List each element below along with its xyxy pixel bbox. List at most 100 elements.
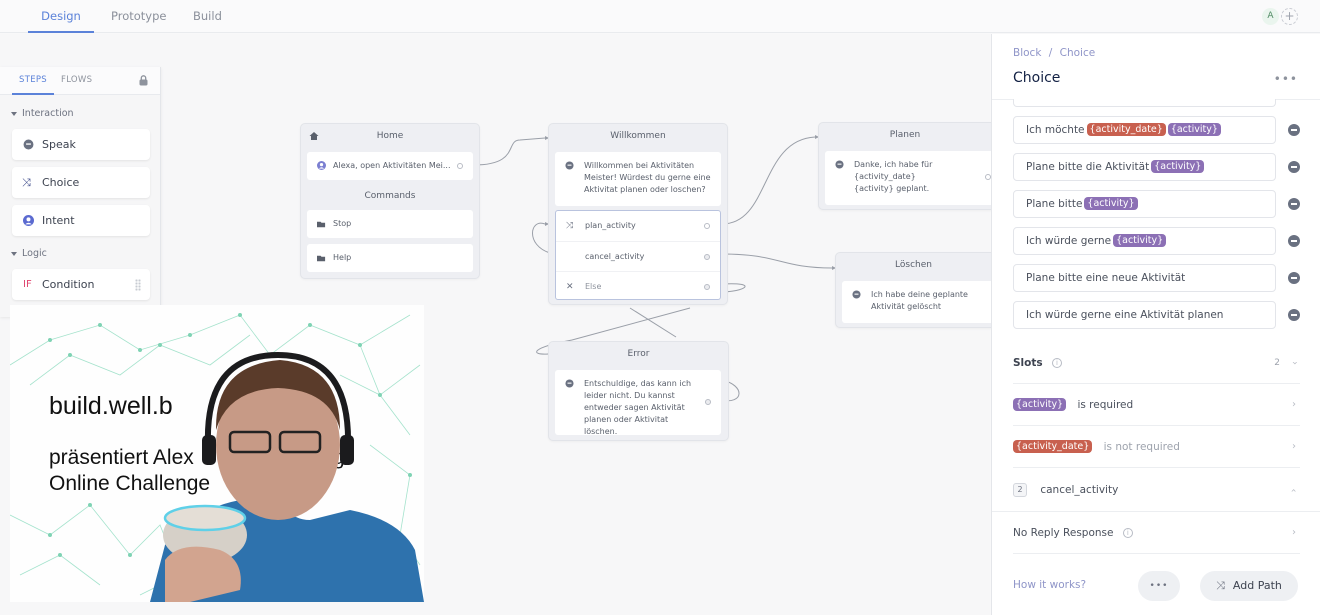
tab-steps[interactable]: STEPS — [12, 75, 54, 95]
no-reply-row[interactable]: No Reply Response i › — [1013, 512, 1300, 554]
section-logic[interactable]: Logic — [11, 248, 47, 259]
choice-label: cancel_activity — [585, 252, 645, 261]
info-icon[interactable]: i — [1122, 528, 1133, 538]
remove-utterance-button[interactable] — [1288, 124, 1300, 136]
utterance-input[interactable]: Plane bitte eine neue Aktivität — [1013, 264, 1276, 292]
chevron-right-icon: › — [1292, 399, 1296, 410]
block-title: Planen — [889, 130, 921, 140]
output-port[interactable] — [705, 399, 711, 405]
remove-utterance-button[interactable] — [1288, 272, 1300, 284]
utterance-input[interactable]: Ich möchte {activity_date} {activity} — [1013, 116, 1276, 144]
info-icon[interactable]: i — [1052, 358, 1062, 368]
caret-down-icon — [11, 111, 17, 116]
steps-panel: STEPS FLOWS Interaction Speak ⤨ Choice I… — [0, 67, 161, 317]
command-card[interactable]: Help — [307, 244, 473, 272]
slots-header[interactable]: Slots i 2 › — [1013, 342, 1300, 384]
tab-build[interactable]: Build — [193, 0, 222, 33]
block-willkommen[interactable]: Willkommen Willkommen bei Aktivitäten Me… — [548, 123, 728, 305]
output-port[interactable] — [704, 254, 710, 260]
tab-flows[interactable]: FLOWS — [61, 75, 92, 85]
choice-split-icon: ⤨ — [22, 176, 31, 189]
step-choice[interactable]: ⤨ Choice — [12, 167, 150, 198]
remove-utterance-button[interactable] — [1288, 309, 1300, 321]
drag-handle-icon[interactable] — [135, 279, 141, 291]
breadcrumb-separator: / — [1048, 47, 1053, 59]
avatar[interactable]: A — [1262, 8, 1279, 25]
tab-prototype[interactable]: Prototype — [111, 0, 166, 33]
slot-status: is not required — [1103, 441, 1180, 453]
speak-text: Ich habe deine geplante Aktivität gelösc… — [871, 290, 968, 311]
utterance-input[interactable]: Ich würde gerne eine Aktivität planen — [1013, 301, 1276, 329]
step-label: Choice — [42, 176, 80, 189]
path-name: cancel_activity — [1040, 484, 1119, 496]
step-intent[interactable]: Intent — [12, 205, 150, 236]
tab-design[interactable]: Design — [28, 0, 94, 33]
utterance-text: Plane bitte eine neue Aktivität — [1026, 272, 1186, 284]
block-planen[interactable]: Planen Danke, ich habe für {activity_dat… — [818, 122, 1004, 210]
slot-tag: {activity_date} — [1013, 440, 1093, 453]
speech-bubble-icon — [23, 139, 34, 150]
slot-tag: {activity} — [1151, 160, 1205, 173]
section-label: Logic — [22, 248, 47, 259]
top-bar: Design Prototype Build A + — [0, 0, 1320, 33]
speech-bubble-icon — [852, 290, 861, 299]
shuffle-icon: ✕ — [566, 282, 574, 292]
if-icon: IF — [23, 279, 32, 290]
utterance-input-partial[interactable] — [1013, 99, 1276, 107]
speech-bubble-icon — [565, 161, 574, 170]
caret-down-icon — [11, 251, 17, 256]
breadcrumb-block[interactable]: Block — [1013, 47, 1041, 59]
more-options-button[interactable]: ••• — [1274, 72, 1298, 86]
command-card[interactable]: Stop — [307, 210, 473, 238]
how-it-works-link[interactable]: How it works? — [1013, 579, 1086, 591]
intent-card[interactable]: Alexa, open Aktivitäten Mei... — [307, 152, 473, 180]
choice-path-else[interactable]: ✕ Else — [556, 271, 720, 301]
more-actions-button[interactable]: ••• — [1138, 571, 1180, 601]
chevron-right-icon: › — [1292, 527, 1296, 538]
speak-card[interactable]: Entschuldige, das kann ich leider nicht.… — [555, 370, 721, 436]
right-panel: Block / Choice Choice ••• Ich möchte {act… — [991, 34, 1320, 615]
slot-row-activity[interactable]: {activity} is required › — [1013, 384, 1300, 426]
step-speak[interactable]: Speak — [12, 129, 150, 160]
step-condition[interactable]: IF Condition — [12, 269, 150, 300]
utterance-input[interactable]: Plane bitte die Aktivität {activity} — [1013, 153, 1276, 181]
step-label: Intent — [42, 214, 75, 227]
lock-icon[interactable] — [139, 75, 148, 86]
plus-icon: + — [1284, 9, 1295, 23]
chevron-down-icon: › — [1289, 361, 1300, 365]
output-port[interactable] — [704, 284, 710, 290]
add-collaborator-button[interactable]: + — [1281, 8, 1298, 25]
block-error[interactable]: Error Entschuldige, das kann ich leider … — [548, 341, 729, 441]
path-row[interactable]: 2 cancel_activity › — [992, 469, 1320, 512]
choice-path-plan-activity[interactable]: ⤨ plan_activity — [556, 211, 720, 241]
output-port[interactable] — [704, 223, 710, 229]
block-loeschen[interactable]: Löschen Ich habe deine geplante Aktivitä… — [835, 252, 1004, 328]
presenter-video — [150, 351, 424, 602]
add-path-button[interactable]: ⤨ Add Path — [1200, 571, 1298, 601]
chevron-up-icon: › — [1288, 488, 1300, 493]
step-label: Speak — [42, 138, 76, 151]
speak-card[interactable]: Ich habe deine geplante Aktivität gelösc… — [842, 281, 1004, 323]
section-interaction[interactable]: Interaction — [11, 108, 74, 119]
choice-path-cancel-activity[interactable]: cancel_activity — [556, 241, 720, 271]
commands-label: Commands — [364, 191, 416, 201]
remove-utterance-button[interactable] — [1288, 235, 1300, 247]
speak-card[interactable]: Danke, ich habe für {activity_date} {act… — [825, 151, 1004, 205]
choice-split-icon: ⤨ — [1216, 579, 1225, 592]
output-port[interactable] — [457, 163, 463, 169]
utterance-text: Ich möchte — [1026, 124, 1085, 136]
block-title: Home — [376, 131, 404, 141]
speak-text: Entschuldige, das kann ich leider nicht.… — [584, 379, 692, 436]
utterance-input[interactable]: Ich würde gerne {activity} — [1013, 227, 1276, 255]
utterance-input[interactable]: Plane bitte {activity} — [1013, 190, 1276, 218]
slot-row-activity-date[interactable]: {activity_date} is not required › — [1013, 426, 1300, 468]
block-home[interactable]: Home Alexa, open Aktivitäten Mei... Comm… — [300, 123, 480, 279]
remove-utterance-button[interactable] — [1288, 198, 1300, 210]
path-number: 2 — [1013, 483, 1027, 497]
home-icon — [309, 132, 319, 140]
folder-icon — [317, 255, 326, 262]
speak-card[interactable]: Willkommen bei Aktivitäten Meister! Würd… — [555, 152, 721, 206]
breadcrumb-choice[interactable]: Choice — [1060, 47, 1096, 59]
slot-tag: {activity} — [1167, 123, 1221, 136]
remove-utterance-button[interactable] — [1288, 161, 1300, 173]
